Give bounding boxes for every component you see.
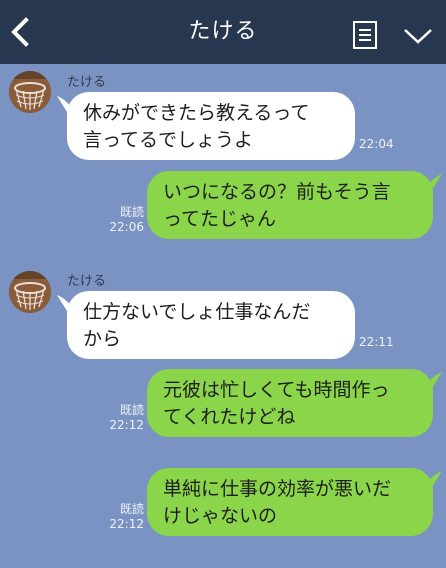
message-time: 22:04	[359, 137, 394, 151]
message-line: 休みができたら教えるって	[83, 102, 310, 124]
message-line: ってたじゃん	[163, 208, 277, 230]
message-time: 22:11	[359, 335, 394, 349]
message-line: けじゃないの	[163, 505, 278, 527]
message-line: 元彼は忙しくても時間作っ	[163, 379, 390, 401]
bubble-tail	[426, 372, 442, 388]
message-meta: 既読 22:06	[104, 205, 144, 235]
message-line: てくれたけどね	[163, 406, 296, 428]
message-line: 言ってるでしょうよ	[83, 129, 254, 151]
chevron-down-icon[interactable]	[402, 26, 434, 46]
message-time: 22:06	[109, 220, 144, 234]
message-meta: 既読 22:12	[104, 403, 144, 433]
sender-name: たける	[67, 274, 107, 289]
message-line: 仕方ないでしょ仕事なんだ	[83, 301, 311, 323]
message-bubble-incoming[interactable]: 仕方ないでしょ仕事なんだ から	[67, 291, 355, 359]
message-meta: 既読 22:12	[104, 502, 144, 532]
chat-header: たける	[0, 0, 446, 64]
chat-title: たける	[188, 19, 258, 44]
message-line: 単純に仕事の効率が悪いだ	[163, 478, 392, 500]
avatar[interactable]	[9, 71, 51, 113]
note-icon[interactable]	[352, 20, 378, 50]
avatar[interactable]	[9, 271, 51, 313]
read-receipt: 既読	[119, 403, 144, 417]
bubble-tail	[426, 471, 442, 487]
message-bubble-outgoing[interactable]: いつになるの？前もそう言 ってたじゃん	[147, 171, 433, 239]
read-receipt: 既読	[119, 205, 144, 219]
message-line: いつになるの？前もそう言	[163, 181, 391, 203]
sender-name: たける	[67, 75, 107, 90]
read-receipt: 既読	[119, 502, 144, 516]
bubble-tail	[426, 174, 442, 190]
message-bubble-outgoing[interactable]: 単純に仕事の効率が悪いだ けじゃないの	[147, 468, 433, 536]
message-time: 22:12	[109, 418, 144, 432]
message-bubble-incoming[interactable]: 休みができたら教えるって 言ってるでしょうよ	[67, 92, 355, 160]
message-line: から	[83, 328, 122, 350]
message-time: 22:12	[109, 517, 144, 531]
message-bubble-outgoing[interactable]: 元彼は忙しくても時間作っ てくれたけどね	[147, 369, 433, 437]
